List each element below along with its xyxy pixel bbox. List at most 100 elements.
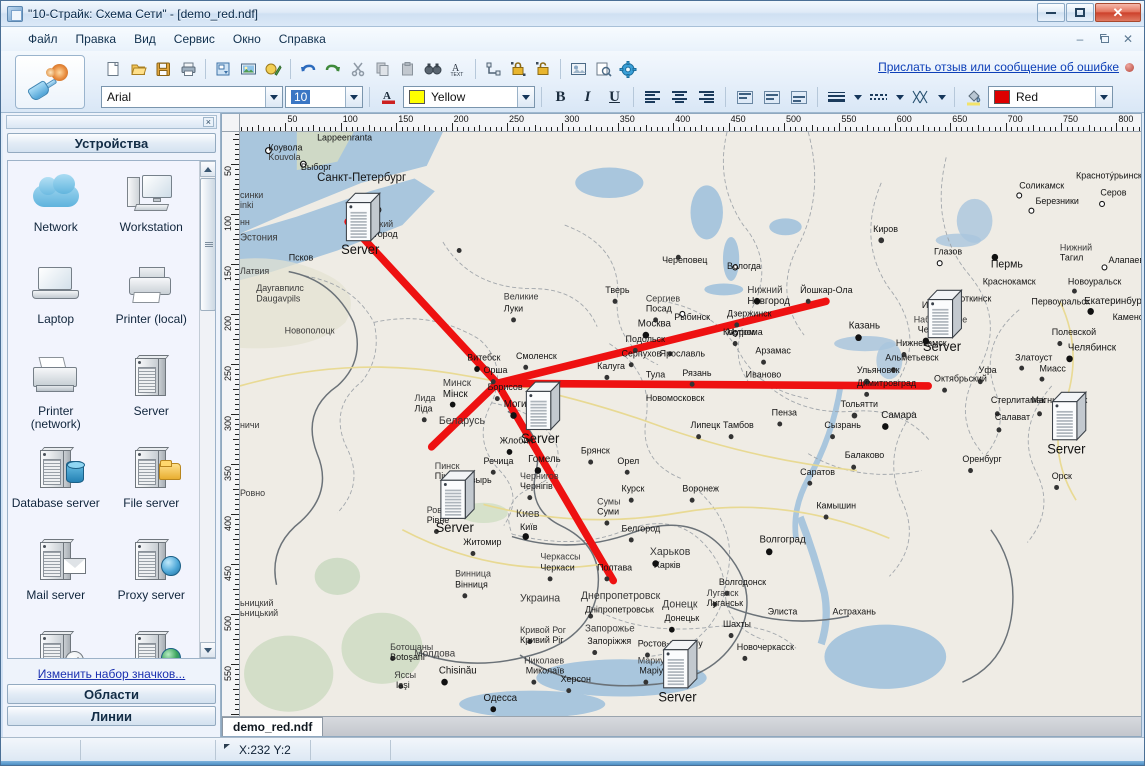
areas-section-button[interactable]: Области bbox=[7, 684, 216, 704]
close-button[interactable]: ✕ bbox=[1095, 3, 1141, 22]
align-right-button[interactable] bbox=[694, 86, 719, 109]
line-width-button[interactable] bbox=[824, 86, 849, 109]
align-left-button[interactable] bbox=[640, 86, 665, 109]
devices-scrollbar[interactable] bbox=[199, 161, 215, 658]
device-item-database-server[interactable]: Database server bbox=[8, 443, 104, 535]
hatch-pattern-button[interactable] bbox=[908, 86, 933, 109]
menu-item-help[interactable]: Справка bbox=[270, 29, 335, 49]
fill-bucket-icon[interactable] bbox=[961, 86, 986, 109]
print-icon[interactable] bbox=[176, 57, 200, 81]
connect-nodes-icon[interactable] bbox=[481, 57, 505, 81]
find-text-icon[interactable]: A TEXT bbox=[446, 57, 470, 81]
valign-top-button[interactable] bbox=[732, 86, 757, 109]
ruler-label: 50 bbox=[223, 166, 233, 177]
maximize-button[interactable] bbox=[1066, 3, 1094, 22]
map-city-label: Kouvola bbox=[268, 152, 301, 162]
italic-button[interactable]: I bbox=[575, 86, 600, 109]
settings-gear-icon[interactable] bbox=[616, 57, 640, 81]
device-label: Database server bbox=[11, 496, 100, 510]
chevron-down-icon[interactable] bbox=[1095, 87, 1112, 107]
unlock-icon[interactable] bbox=[531, 57, 555, 81]
paint-icon[interactable] bbox=[261, 57, 285, 81]
copy-icon[interactable] bbox=[371, 57, 395, 81]
device-item-proxy-server[interactable]: Proxy server bbox=[104, 535, 200, 627]
map-viewport[interactable]: Коувола Kouvola Lappeenranta Выборг Санкт-Пе… bbox=[240, 132, 1141, 716]
device-item-printer-local[interactable]: Printer (local) bbox=[104, 259, 200, 351]
image-icon[interactable] bbox=[236, 57, 260, 81]
paste-icon[interactable] bbox=[396, 57, 420, 81]
device-item-laptop[interactable]: Laptop bbox=[8, 259, 104, 351]
chevron-down-icon[interactable] bbox=[517, 87, 534, 107]
cut-icon[interactable] bbox=[346, 57, 370, 81]
device-item-network[interactable]: Network bbox=[8, 167, 104, 259]
save-icon[interactable] bbox=[151, 57, 175, 81]
map-city-label: синки bbox=[240, 190, 263, 200]
document-tabbar: demo_red.ndf bbox=[222, 716, 1141, 736]
map-city-label: Даугавпилс bbox=[256, 283, 304, 293]
menu-item-file[interactable]: Файл bbox=[19, 29, 67, 49]
preview-icon[interactable] bbox=[591, 57, 615, 81]
map-server-node[interactable]: Server bbox=[341, 191, 381, 257]
ruler-label: 300 bbox=[223, 416, 233, 432]
mdi-close-button[interactable]: ✕ bbox=[1118, 30, 1138, 47]
map-server-node[interactable]: Server bbox=[521, 380, 561, 446]
line-width-dropdown[interactable] bbox=[851, 86, 864, 109]
document-tab[interactable]: demo_red.ndf bbox=[222, 717, 324, 736]
map-server-node[interactable]: Server bbox=[1047, 391, 1088, 456]
font-family-combo[interactable]: Arial bbox=[101, 86, 283, 108]
mdi-minimize-button[interactable]: – bbox=[1070, 30, 1090, 47]
menu-item-view[interactable]: Вид bbox=[125, 29, 165, 49]
fill-color-combo[interactable]: Yellow bbox=[403, 86, 535, 108]
lock-icon[interactable] bbox=[506, 57, 530, 81]
device-item-printer-network[interactable]: Printer (network) bbox=[8, 351, 104, 443]
line-style-dropdown[interactable] bbox=[893, 86, 906, 109]
line-width-icon bbox=[828, 91, 845, 103]
change-icons-link[interactable]: Изменить набор значков... bbox=[38, 667, 186, 681]
hatch-pattern-dropdown[interactable] bbox=[935, 86, 948, 109]
map-server-node[interactable]: Server bbox=[658, 639, 699, 704]
underline-button[interactable]: U bbox=[602, 86, 627, 109]
font-color-icon[interactable]: A bbox=[376, 86, 401, 109]
minimize-button[interactable] bbox=[1037, 3, 1065, 22]
new-file-icon[interactable] bbox=[101, 57, 125, 81]
map-server-node[interactable]: Server bbox=[923, 288, 963, 354]
broom-logo-button[interactable] bbox=[15, 55, 85, 109]
scroll-down-icon[interactable] bbox=[200, 642, 215, 658]
line-style-button[interactable] bbox=[866, 86, 891, 109]
export-diagram-icon[interactable] bbox=[211, 57, 235, 81]
font-size-combo[interactable]: 10 bbox=[285, 86, 363, 108]
map-server-node[interactable]: Server bbox=[436, 469, 476, 535]
chevron-down-icon[interactable] bbox=[265, 87, 282, 107]
line-color-combo[interactable]: Red bbox=[988, 86, 1113, 108]
menu-item-edit[interactable]: Правка bbox=[67, 29, 126, 49]
scroll-up-icon[interactable] bbox=[200, 161, 215, 177]
device-item-workstation[interactable]: Workstation bbox=[104, 167, 200, 259]
feedback-link[interactable]: Прислать отзыв или сообщение об ошибке bbox=[878, 60, 1119, 74]
valign-middle-button[interactable] bbox=[759, 86, 784, 109]
map-city-label: Київ bbox=[520, 522, 538, 532]
devices-section-header[interactable]: Устройства bbox=[7, 133, 216, 153]
undo-icon[interactable] bbox=[296, 57, 320, 81]
device-label: File server bbox=[123, 496, 180, 510]
scrollbar-thumb[interactable] bbox=[200, 178, 215, 311]
device-item-time-server[interactable] bbox=[8, 627, 104, 658]
redo-icon[interactable] bbox=[321, 57, 345, 81]
valign-bottom-button[interactable] bbox=[786, 86, 811, 109]
device-item-server[interactable]: Server bbox=[104, 351, 200, 443]
binoculars-find-icon[interactable] bbox=[421, 57, 445, 81]
background-image-icon[interactable] bbox=[566, 57, 590, 81]
mdi-restore-button[interactable] bbox=[1094, 30, 1114, 47]
open-folder-icon[interactable] bbox=[126, 57, 150, 81]
device-item-mail-server[interactable]: Mail server bbox=[8, 535, 104, 627]
ruler-label: 150 bbox=[223, 266, 233, 282]
lines-section-button[interactable]: Линии bbox=[7, 706, 216, 726]
chevron-down-icon[interactable] bbox=[345, 87, 362, 107]
menu-item-service[interactable]: Сервис bbox=[165, 29, 224, 49]
svg-text:TEXT: TEXT bbox=[451, 72, 464, 77]
device-item-web-server[interactable] bbox=[104, 627, 200, 658]
align-center-button[interactable] bbox=[667, 86, 692, 109]
menu-item-window[interactable]: Окно bbox=[224, 29, 270, 49]
device-item-file-server[interactable]: File server bbox=[104, 443, 200, 535]
panel-close-icon[interactable]: × bbox=[202, 117, 214, 127]
bold-button[interactable]: B bbox=[548, 86, 573, 109]
